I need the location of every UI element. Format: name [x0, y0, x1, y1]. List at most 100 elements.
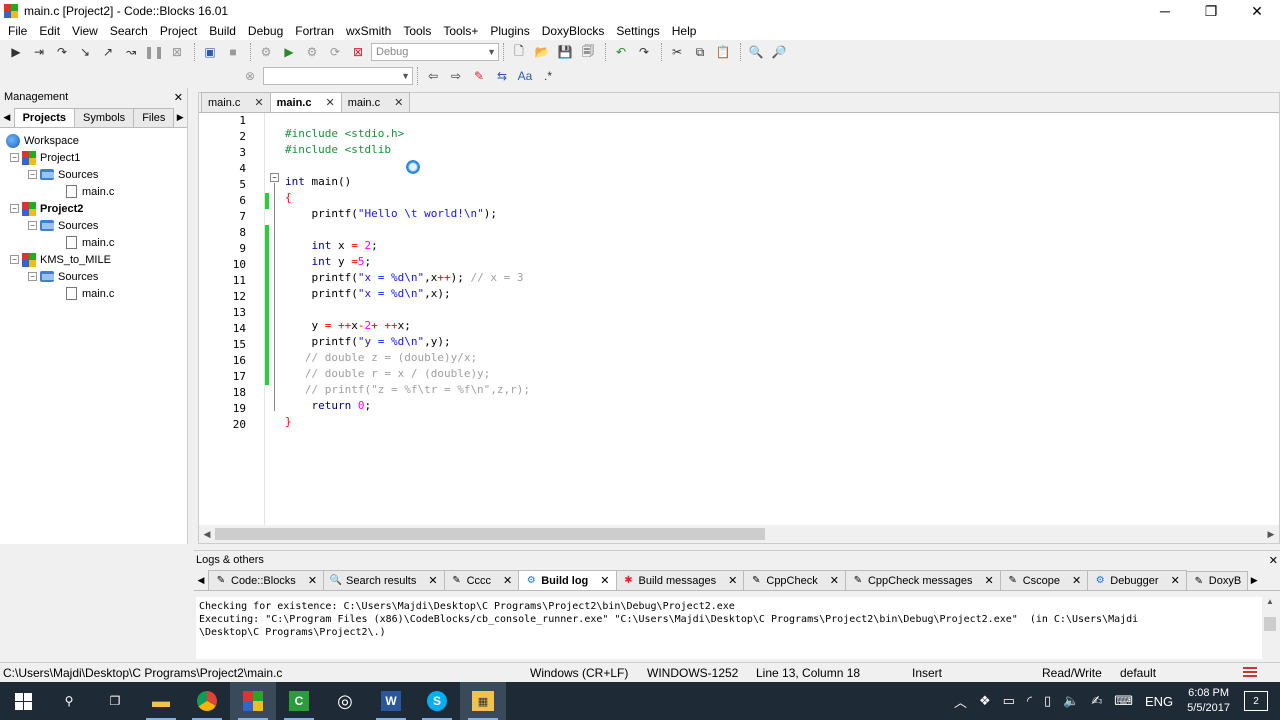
clear-search-icon[interactable]: ⊗ [240, 66, 260, 86]
editor-tab[interactable]: main.c ✕ [340, 92, 411, 112]
run-icon[interactable]: ▶ [279, 42, 299, 62]
taskbar-codeblocks[interactable] [230, 682, 276, 720]
next-line-icon[interactable]: ↷ [52, 42, 72, 62]
menu-doxyblocks[interactable]: DoxyBlocks [536, 24, 611, 38]
menu-fortran[interactable]: Fortran [289, 24, 340, 38]
tree-item-project2[interactable]: − Project2 [0, 200, 187, 217]
replace-icon[interactable]: 🔎 [769, 42, 789, 62]
tab-build-log[interactable]: ⚙ Build log ✕ [518, 570, 617, 590]
close-icon[interactable]: ✕ [254, 96, 263, 109]
tree-item-file[interactable]: main.c [0, 183, 187, 200]
paste-icon[interactable]: 📋 [713, 42, 733, 62]
input-language[interactable]: ENG [1145, 694, 1173, 709]
text-style-icon[interactable]: Aa [515, 66, 535, 86]
run-to-cursor-icon[interactable]: ⇥ [29, 42, 49, 62]
tab-scroll-right-icon[interactable]: ▶ [1247, 575, 1261, 590]
close-icon[interactable]: ✕ [985, 574, 994, 587]
regex-icon[interactable]: .* [538, 66, 558, 86]
tab-cppcheck-messages[interactable]: ✎ CppCheck messages ✕ [844, 570, 1001, 590]
tree-item-project1[interactable]: − Project1 [0, 149, 187, 166]
collapse-icon[interactable]: − [10, 153, 19, 162]
tab-symbols[interactable]: Symbols [74, 108, 135, 127]
tab-cscope[interactable]: ✎ Cscope ✕ [999, 570, 1089, 590]
find-icon[interactable]: 🔍 [746, 42, 766, 62]
collapse-icon[interactable]: − [28, 221, 37, 230]
build-gear-icon[interactable]: ⚙ [256, 42, 276, 62]
close-icon[interactable]: ✕ [394, 96, 403, 109]
taskbar-file-explorer[interactable]: ▬ [138, 682, 184, 720]
various-info-icon[interactable]: ■ [223, 42, 243, 62]
dropbox-icon[interactable]: ❖ [979, 693, 991, 709]
collapse-icon[interactable]: − [28, 272, 37, 281]
close-icon[interactable]: ✕ [503, 574, 512, 587]
network-icon[interactable]: ▭ [1003, 693, 1015, 709]
tree-item-workspace[interactable]: Workspace [0, 132, 187, 149]
scroll-right-icon[interactable]: ▶ [1263, 529, 1279, 540]
menu-project[interactable]: Project [154, 24, 203, 38]
battery-icon[interactable]: ▯ [1044, 693, 1051, 709]
close-icon[interactable]: ✕ [428, 574, 437, 587]
taskbar-recorder[interactable]: ▦ [460, 682, 506, 720]
menu-settings[interactable]: Settings [610, 24, 665, 38]
step-into-icon[interactable]: ↘ [75, 42, 95, 62]
keyboard-icon[interactable]: ⌨ [1114, 693, 1133, 709]
tab-projects[interactable]: Projects [13, 108, 75, 127]
menu-tools[interactable]: Tools [397, 24, 437, 38]
scrollbar-thumb[interactable] [215, 528, 765, 540]
menu-help[interactable]: Help [666, 24, 703, 38]
close-icon[interactable]: ✕ [1171, 574, 1180, 587]
taskbar-word[interactable]: W [368, 682, 414, 720]
minimize-button[interactable]: ─ [1142, 0, 1188, 22]
tab-build-messages[interactable]: ✱ Build messages ✕ [615, 570, 745, 590]
notification-center-button[interactable]: 2 [1244, 691, 1268, 711]
close-icon[interactable]: ✕ [1269, 554, 1278, 567]
close-button[interactable]: ✕ [1234, 0, 1280, 22]
tree-item-sources[interactable]: − Sources [0, 217, 187, 234]
menu-debug[interactable]: Debug [242, 24, 289, 38]
tab-scroll-right-icon[interactable]: ▶ [173, 112, 187, 127]
tree-item-file[interactable]: main.c [0, 285, 187, 302]
menu-plugins[interactable]: Plugins [484, 24, 535, 38]
close-icon[interactable]: ✕ [1072, 574, 1081, 587]
tab-cccc[interactable]: ✎ Cccc ✕ [443, 570, 520, 590]
debug-start-icon[interactable]: ▶ [6, 42, 26, 62]
tab-scroll-left-icon[interactable]: ◀ [0, 112, 14, 127]
tab-search-results[interactable]: 🔍 Search results ✕ [323, 570, 445, 590]
start-button[interactable] [0, 682, 46, 720]
pen-icon[interactable]: ✍ [1091, 693, 1102, 709]
undo-icon[interactable]: ↶ [611, 42, 631, 62]
debug-windows-icon[interactable]: ▣ [200, 42, 220, 62]
tab-debugger[interactable]: ⚙ Debugger ✕ [1087, 570, 1187, 590]
build-and-run-icon[interactable]: ⚙ [302, 42, 322, 62]
tree-item-sources[interactable]: − Sources [0, 166, 187, 183]
maximize-button[interactable]: ❐ [1188, 0, 1234, 22]
fold-collapse-icon[interactable]: − [270, 173, 279, 182]
task-view-button[interactable]: ❐ [92, 682, 138, 720]
cut-icon[interactable]: ✂ [667, 42, 687, 62]
collapse-icon[interactable]: − [10, 204, 19, 213]
scroll-left-icon[interactable]: ◀ [199, 529, 215, 540]
taskbar-app[interactable]: ◎ [322, 682, 368, 720]
tab-files[interactable]: Files [133, 108, 175, 127]
open-file-icon[interactable]: 📂 [532, 42, 552, 62]
taskbar-camtasia[interactable]: C [276, 682, 322, 720]
close-icon[interactable]: ✕ [325, 96, 334, 109]
menu-build[interactable]: Build [203, 24, 242, 38]
copy-icon[interactable]: ⧉ [690, 42, 710, 62]
next-instruction-icon[interactable]: ↝ [121, 42, 141, 62]
redo-icon[interactable]: ↷ [634, 42, 654, 62]
highlight-pen-icon[interactable]: ✎ [469, 66, 489, 86]
code-area[interactable]: 1 2 3 4 5 6 7 8 9 10 11 12 13 14 15 16 1… [199, 113, 1279, 525]
new-file-icon[interactable]: 🗋 [509, 42, 529, 62]
build-target-select[interactable]: Debug ▼ [371, 43, 499, 61]
collapse-icon[interactable]: − [28, 170, 37, 179]
save-icon[interactable]: 💾 [555, 42, 575, 62]
tab-cppcheck[interactable]: ✎ CppCheck ✕ [743, 570, 846, 590]
editor-tab[interactable]: main.c ✕ [201, 92, 271, 112]
close-icon[interactable]: ✕ [728, 574, 737, 587]
tab-codeblocks-log[interactable]: ✎ Code::Blocks ✕ [208, 570, 325, 590]
abort-icon[interactable]: ⊠ [348, 42, 368, 62]
build-log-output[interactable]: Checking for existence: C:\Users\Majdi\D… [196, 597, 1262, 659]
pause-icon[interactable]: ❚❚ [144, 42, 164, 62]
wifi-icon[interactable]: ◜ [1027, 693, 1032, 709]
